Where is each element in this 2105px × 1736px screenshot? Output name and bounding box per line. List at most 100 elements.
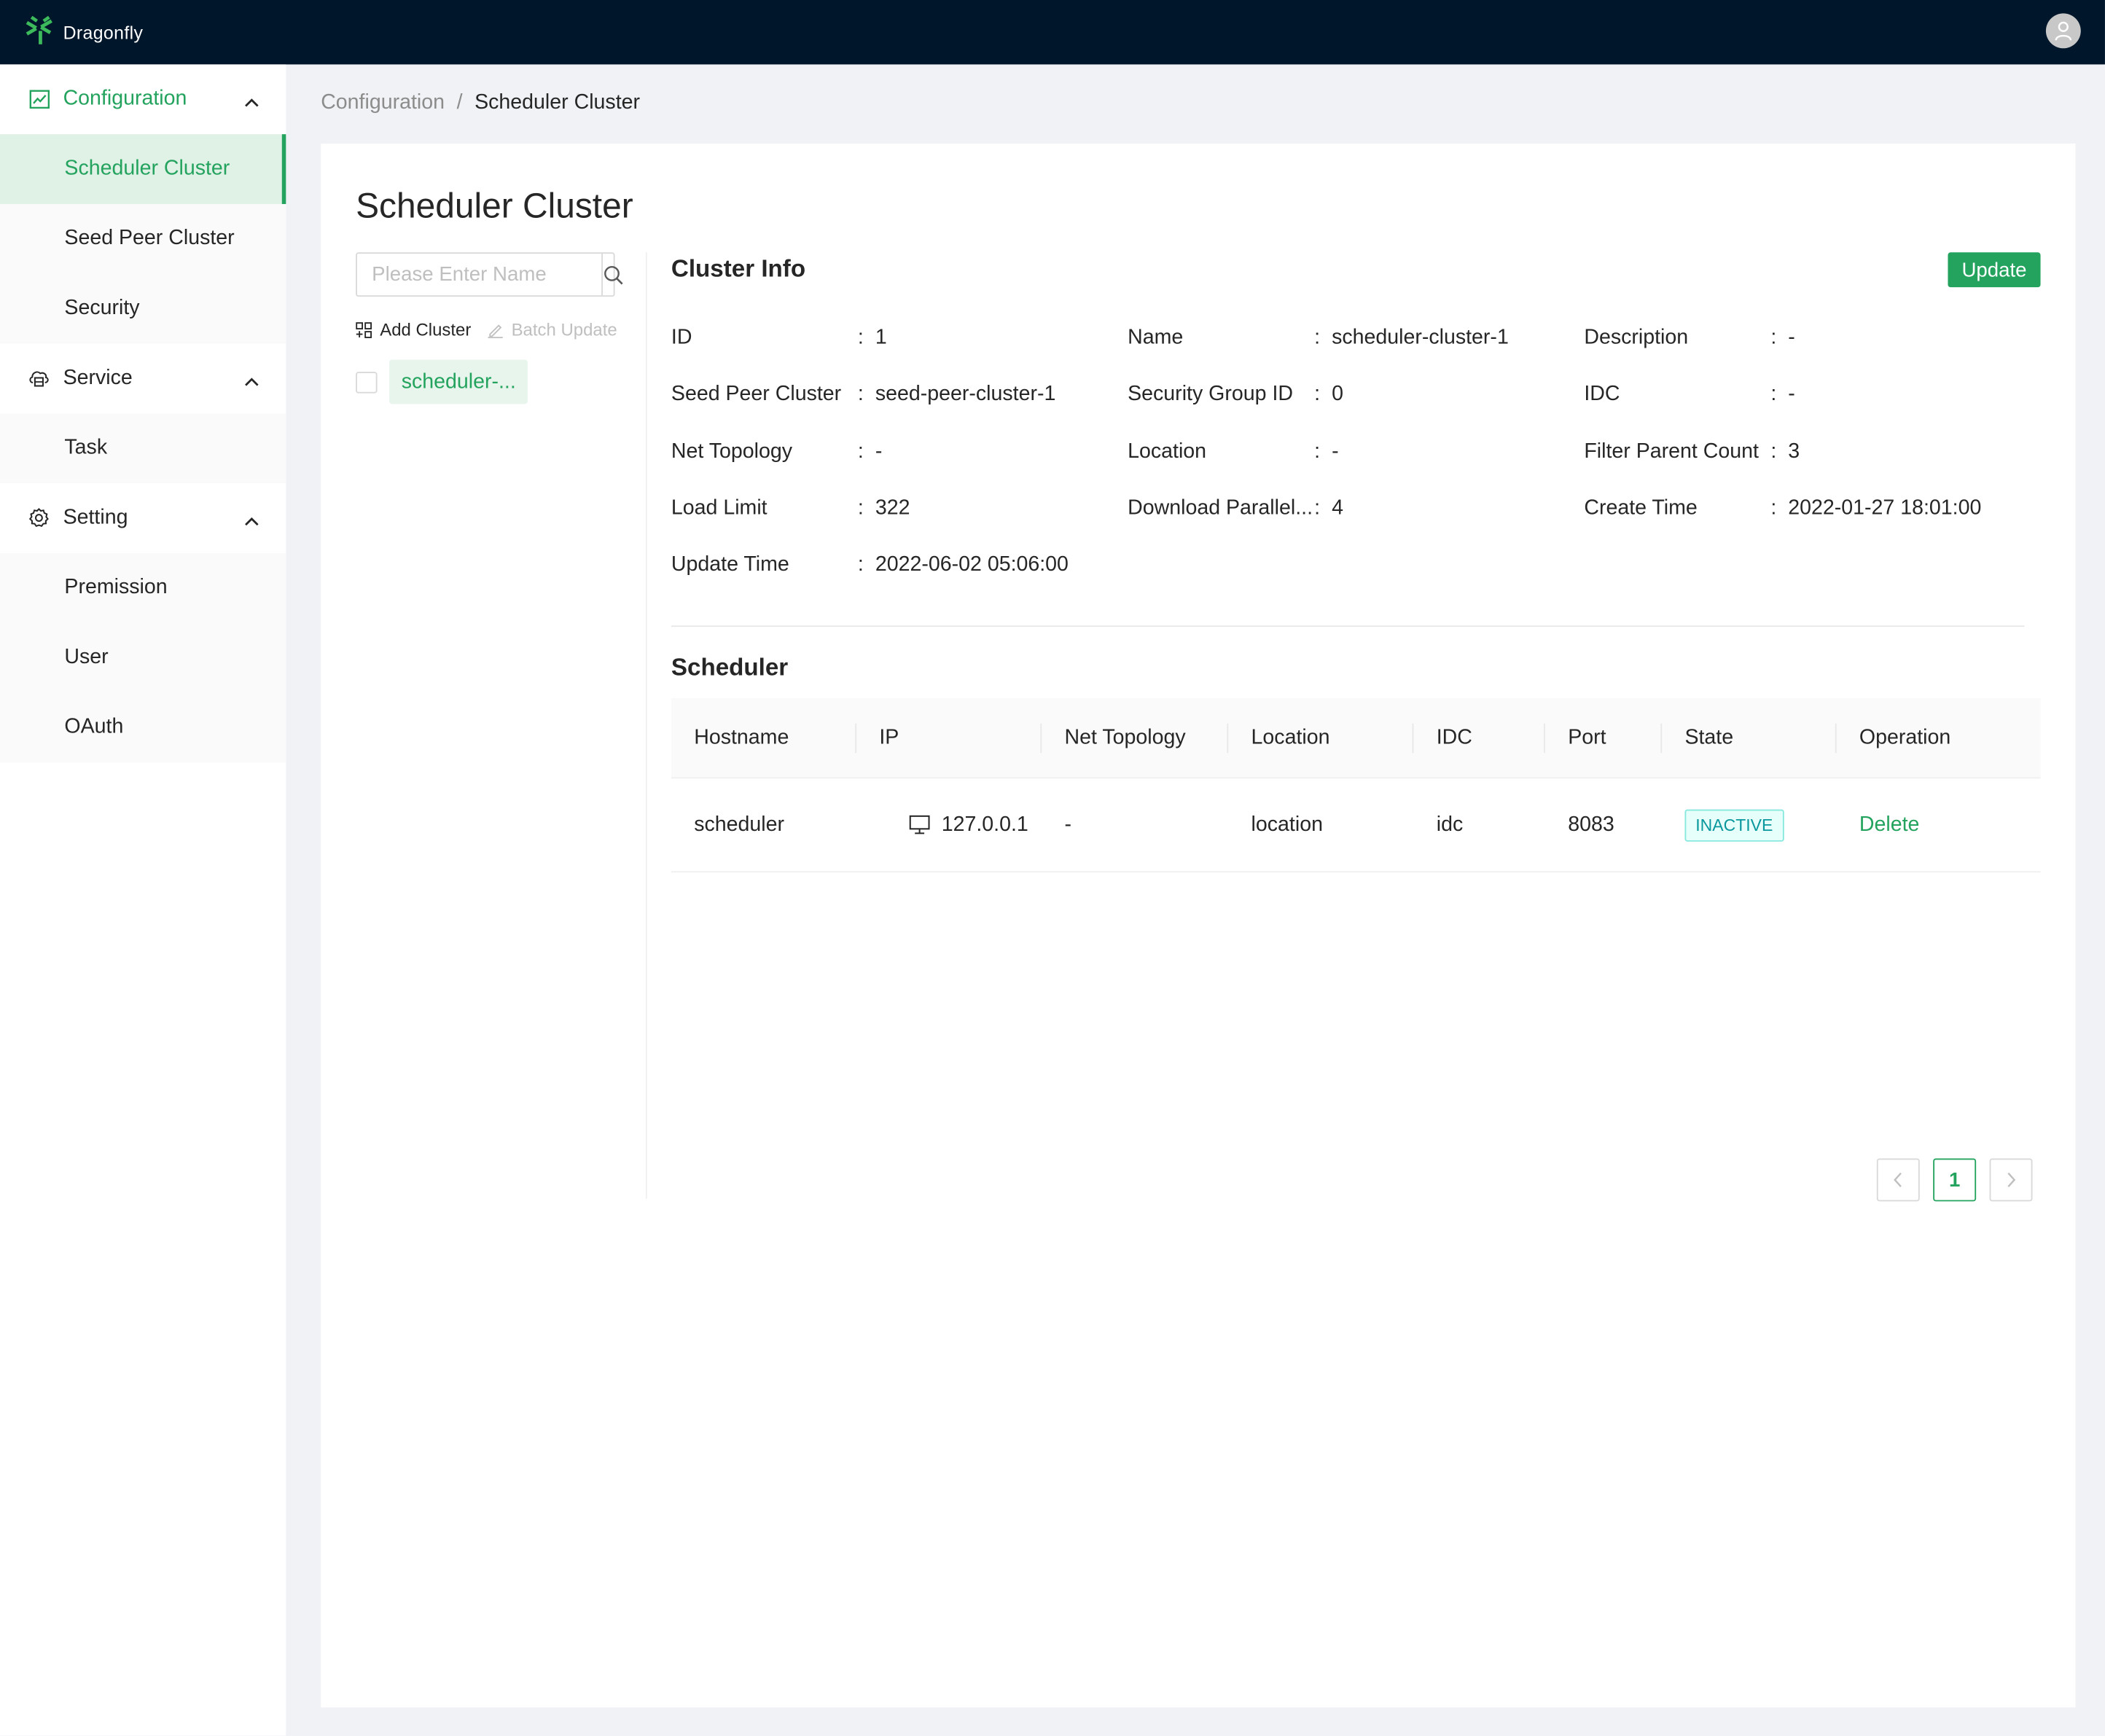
info-value: 4	[1332, 496, 1343, 520]
ip-value: 127.0.0.1	[941, 813, 1028, 836]
page-button[interactable]: 1	[1933, 1158, 1977, 1202]
chevron-up-icon	[244, 509, 259, 533]
info-colon: :	[857, 326, 864, 350]
sidebar-item-scheduler-cluster[interactable]: Scheduler Cluster	[0, 134, 286, 204]
chart-line-icon	[28, 89, 50, 110]
info-field-location: Location: -	[1128, 423, 1584, 480]
info-label: Filter Parent Count	[1584, 439, 1759, 463]
info-field-download-parallel: Download Parallel...:4	[1128, 480, 1584, 537]
next-page-button[interactable]	[1989, 1158, 2033, 1202]
info-field-filter-parent-count: Filter Parent Count:3	[1584, 423, 2047, 480]
breadcrumb-configuration[interactable]: Configuration	[321, 91, 445, 115]
info-label: Name	[1128, 326, 1184, 350]
info-label: Seed Peer Cluster	[671, 383, 842, 407]
info-label: ID	[671, 326, 692, 350]
cluster-info-grid: ID:1 Name: scheduler-cluster-1 Descriptio…	[671, 310, 2047, 594]
info-colon: :	[1770, 326, 1777, 350]
info-value: 0	[1332, 383, 1343, 407]
sidebar-item-label: OAuth	[64, 715, 124, 738]
sidebar-item-security[interactable]: Security	[0, 274, 286, 344]
sidebar-item-oauth[interactable]: OAuth	[0, 692, 286, 762]
table-row: scheduler 127.0.0.1 - location idc 8083 …	[671, 778, 2041, 873]
cluster-info-title: Cluster Info	[671, 254, 806, 282]
user-icon	[2055, 21, 2072, 41]
sidebar-submenu-service: Task	[0, 413, 286, 484]
search-input[interactable]	[356, 254, 602, 296]
column-header-port: Port	[1545, 722, 1663, 753]
info-value: -	[1788, 383, 1795, 407]
info-field-idc: IDC: -	[1584, 367, 2047, 423]
info-label: Location	[1128, 439, 1207, 463]
chevron-up-icon	[244, 369, 259, 393]
cloud-server-icon	[28, 368, 50, 389]
section-divider	[671, 625, 2025, 627]
sidebar-item-seed-peer-cluster[interactable]: Seed Peer Cluster	[0, 204, 286, 274]
info-field-create-time: Create Time:2022-01-27 18:01:00	[1584, 480, 2047, 537]
info-field-update-time: Update Time:2022-06-02 05:06:00	[671, 537, 1128, 594]
sidebar-item-task[interactable]: Task	[0, 413, 286, 483]
sidebar: Configuration Scheduler Cluster Seed Pee…	[0, 64, 286, 1736]
sidebar-item-label: User	[64, 645, 109, 669]
column-header-ip: IP	[856, 722, 1042, 753]
search-button[interactable]	[601, 254, 624, 296]
prev-page-button[interactable]	[1876, 1158, 1920, 1202]
info-colon: :	[1770, 439, 1777, 463]
info-label: Download Parallel...	[1128, 496, 1313, 520]
sidebar-group-label: Configuration	[63, 87, 187, 111]
update-button[interactable]: Update	[1948, 252, 2041, 288]
info-colon: :	[857, 439, 864, 463]
sidebar-group-configuration[interactable]: Configuration	[0, 64, 286, 134]
info-colon: :	[857, 496, 864, 520]
main-card: Scheduler Cluster Add Cluster Batch Upda…	[321, 144, 2076, 1708]
info-value: -	[1332, 439, 1339, 463]
cluster-checkbox[interactable]	[356, 371, 378, 393]
cluster-search	[356, 252, 623, 297]
info-colon: :	[857, 553, 864, 576]
info-label: Update Time	[671, 553, 789, 576]
info-value: 322	[875, 496, 910, 520]
sidebar-group-service[interactable]: Service	[0, 344, 286, 414]
sidebar-item-user[interactable]: User	[0, 623, 286, 693]
info-colon: :	[1314, 496, 1321, 520]
batch-update-button[interactable]: Batch Update	[487, 319, 617, 340]
add-cluster-label: Add Cluster	[380, 319, 472, 340]
info-colon: :	[1314, 383, 1321, 407]
cell-net-topology: -	[1064, 813, 1072, 836]
cell-ip: 127.0.0.1	[856, 813, 1042, 837]
breadcrumb: Configuration / Scheduler Cluster	[321, 91, 640, 115]
sidebar-item-label: Task	[64, 436, 108, 459]
info-field-name: Name: scheduler-cluster-1	[1128, 310, 1584, 367]
info-label: Description	[1584, 326, 1689, 350]
info-field-seed-peer-cluster: Seed Peer Cluster: seed-peer-cluster-1	[671, 367, 1128, 423]
batch-update-label: Batch Update	[511, 319, 617, 340]
sidebar-group-setting[interactable]: Setting	[0, 483, 286, 553]
info-value: 3	[1788, 439, 1800, 463]
sidebar-item-premission[interactable]: Premission	[0, 553, 286, 623]
cell-port: 8083	[1568, 813, 1614, 836]
sidebar-group-label: Service	[63, 366, 133, 390]
info-field-net-topology: Net Topology: -	[671, 423, 1128, 480]
cell-state: INACTIVE	[1662, 808, 1836, 841]
top-bar: Dragonfly	[0, 0, 2105, 65]
state-badge: INACTIVE	[1684, 808, 1784, 841]
delete-link[interactable]: Delete	[1859, 813, 1920, 837]
cluster-list-item: scheduler-...	[356, 359, 528, 404]
pagination: 1	[1876, 1158, 2033, 1202]
logo[interactable]: Dragonfly	[24, 13, 143, 52]
info-value: -	[1788, 326, 1795, 350]
cluster-item-label[interactable]: scheduler-...	[389, 359, 528, 404]
cell-hostname: scheduler	[694, 813, 785, 836]
cell-location: location	[1251, 813, 1323, 836]
column-header-operation: Operation	[1859, 725, 1951, 748]
breadcrumb-separator: /	[456, 91, 463, 114]
info-label: Load Limit	[671, 496, 768, 520]
info-colon: :	[857, 383, 864, 407]
cell-idc: idc	[1436, 813, 1464, 836]
info-colon: :	[1770, 383, 1777, 407]
desktop-icon	[910, 815, 931, 834]
info-value: seed-peer-cluster-1	[875, 383, 1056, 407]
sidebar-item-label: Scheduler Cluster	[64, 157, 230, 180]
user-avatar[interactable]	[2045, 13, 2081, 49]
sidebar-submenu-setting: Premission User OAuth	[0, 552, 286, 763]
add-cluster-button[interactable]: Add Cluster	[356, 319, 471, 340]
